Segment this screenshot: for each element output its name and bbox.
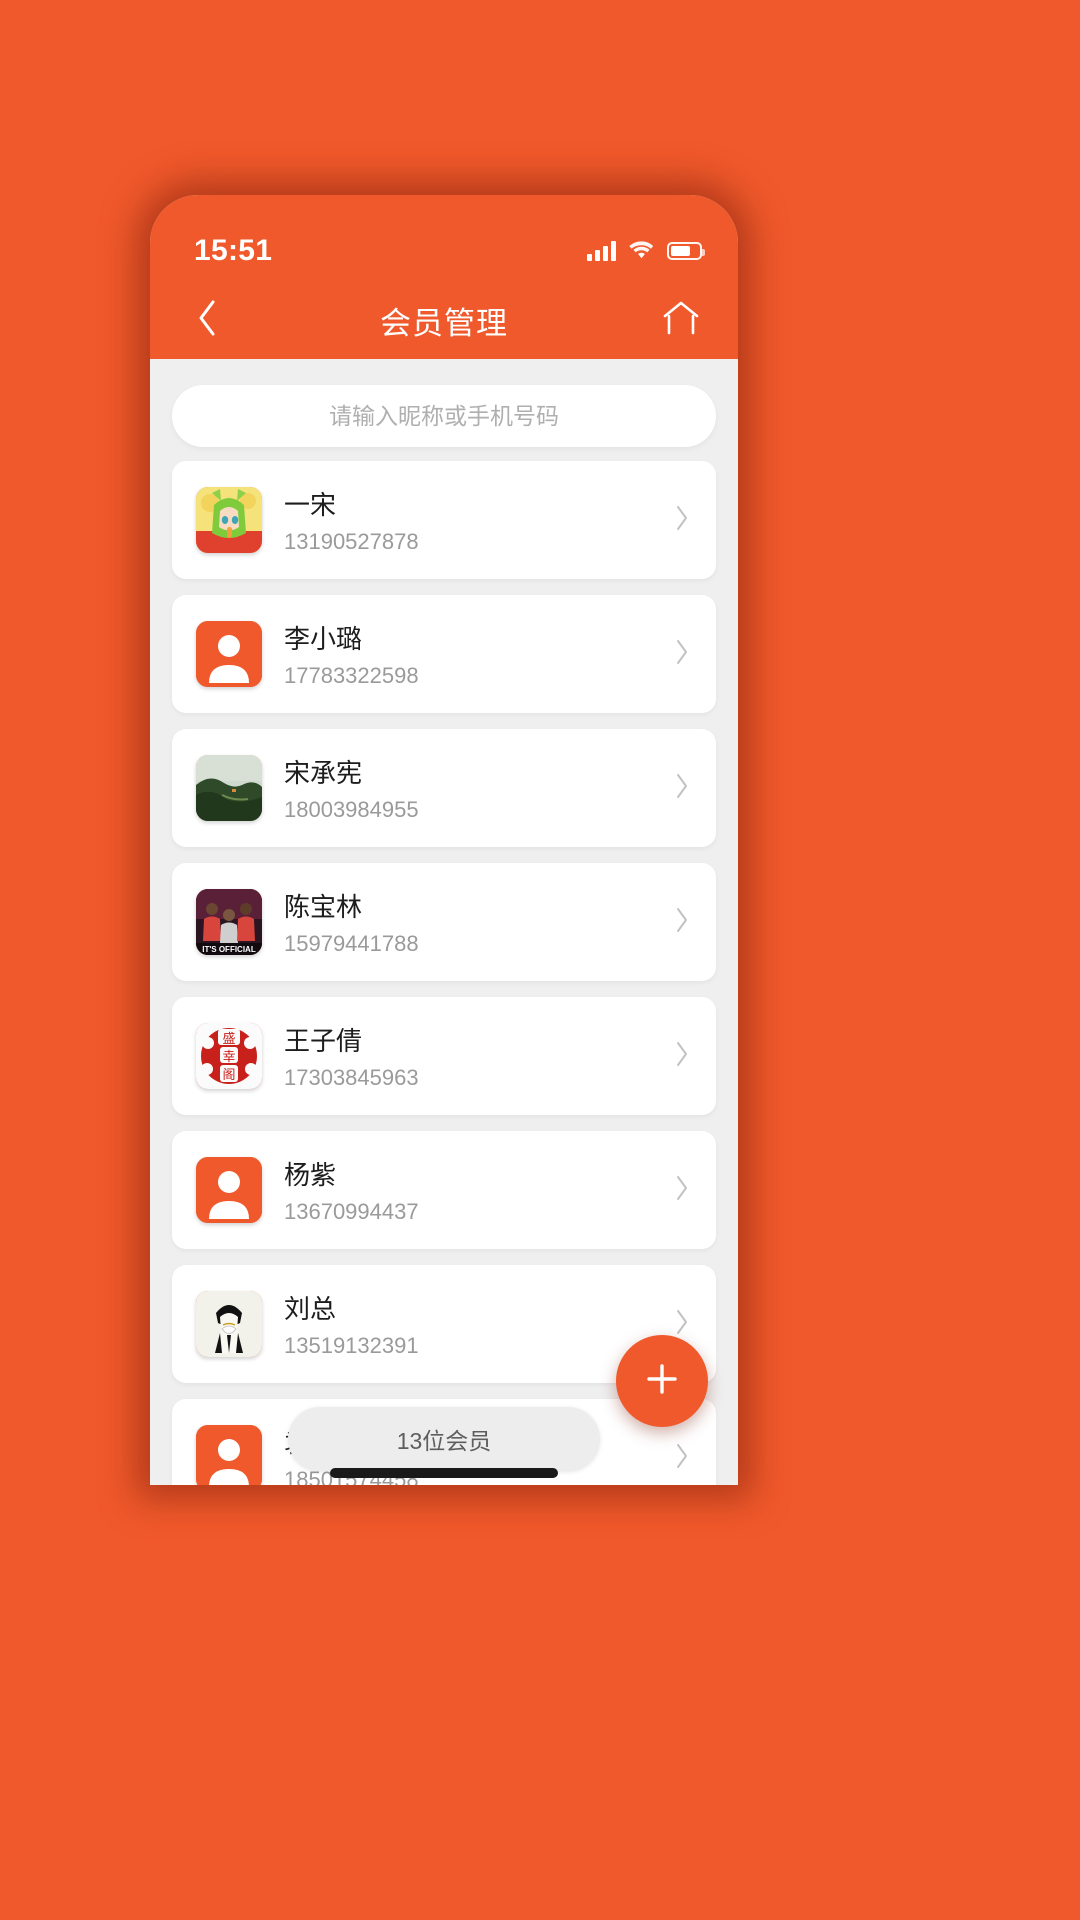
plus-icon [640, 1357, 684, 1406]
svg-text:幸: 幸 [222, 1049, 235, 1064]
svg-text:盛: 盛 [222, 1031, 235, 1046]
member-name: 李小璐 [284, 624, 363, 654]
chevron-right-icon [674, 1308, 694, 1341]
member-count-bar: 13位会员 [288, 1407, 600, 1471]
member-phone: 13670994437 [284, 1199, 419, 1224]
status-bar-time: 15:51 [194, 234, 273, 267]
default-person-avatar [196, 1425, 262, 1485]
chevron-right-icon [674, 504, 694, 537]
battery-icon [667, 242, 705, 260]
basketball-team-photo-avatar: IT'S OFFICIAL [196, 889, 262, 955]
table-row[interactable]: IT'S OFFICIAL 陈宝林 15979441788 [172, 863, 716, 981]
home-button[interactable] [658, 297, 704, 343]
default-person-avatar [196, 1157, 262, 1223]
line-art-portrait-avatar [196, 1291, 262, 1357]
member-phone: 13190527878 [284, 529, 419, 554]
member-name: 杨紫 [284, 1160, 337, 1190]
row-text: 一宋 13190527878 [284, 485, 674, 555]
home-indicator[interactable] [330, 1468, 558, 1478]
member-name: 刘总 [284, 1294, 337, 1324]
table-row[interactable]: 一宋 13190527878 [172, 461, 716, 579]
member-name: 王子倩 [284, 1026, 363, 1056]
member-phone: 13519132391 [284, 1333, 419, 1358]
navigation-bar: 会员管理 [150, 281, 738, 359]
add-member-button[interactable] [616, 1335, 708, 1427]
chevron-right-icon [674, 1040, 694, 1073]
member-phone: 17303845963 [284, 1065, 419, 1090]
row-text: 陈宝林 15979441788 [284, 887, 674, 957]
signal-bars-icon [587, 241, 616, 261]
table-row[interactable]: 宋承宪 18003984955 [172, 729, 716, 847]
svg-text:IT'S OFFICIAL: IT'S OFFICIAL [202, 945, 256, 954]
anime-girl-photo-avatar [196, 487, 262, 553]
row-text: 刘总 13519132391 [284, 1289, 674, 1359]
member-name: 一宋 [284, 490, 337, 520]
chevron-left-icon [194, 298, 220, 343]
mountain-landscape-photo-avatar [196, 755, 262, 821]
search-box[interactable] [172, 385, 716, 447]
member-phone: 17783322598 [284, 663, 419, 688]
page-title: 会员管理 [380, 305, 508, 341]
status-bar: 15:51 [150, 195, 738, 281]
svg-text:阁: 阁 [222, 1067, 235, 1082]
table-row[interactable]: 盛 幸 阁 王子倩 17303845963 [172, 997, 716, 1115]
search-section [150, 377, 738, 461]
member-phone: 15979441788 [284, 931, 419, 956]
member-name: 宋承宪 [284, 758, 363, 788]
red-seal-logo-avatar: 盛 幸 阁 [196, 1023, 262, 1089]
chevron-right-icon [674, 638, 694, 671]
row-text: 李小璐 17783322598 [284, 619, 674, 689]
table-row[interactable]: 李小璐 17783322598 [172, 595, 716, 713]
search-input[interactable] [172, 402, 716, 430]
member-list-screen: 一宋 13190527878 李小璐 177 [150, 359, 738, 1485]
wifi-icon [628, 239, 655, 264]
home-icon [661, 300, 701, 341]
phone-screen: 15:51 会员管理 请输入昵称或手机号码 一宋 13190527878 李小璐… [150, 195, 738, 1485]
back-button[interactable] [184, 297, 230, 343]
member-name: 陈宝林 [284, 892, 363, 922]
chevron-right-icon [674, 1174, 694, 1207]
table-row[interactable]: 杨紫 13670994437 [172, 1131, 716, 1249]
status-bar-icons [587, 239, 705, 264]
member-list: 一宋 13190527878 李小璐 17783322598 宋承宪 18003… [150, 461, 738, 1485]
chevron-right-icon [674, 1442, 694, 1475]
row-text: 宋承宪 18003984955 [284, 753, 674, 823]
row-text: 杨紫 13670994437 [284, 1155, 674, 1225]
default-person-avatar [196, 621, 262, 687]
row-text: 王子倩 17303845963 [284, 1021, 674, 1091]
member-count-label: 13位会员 [396, 1428, 492, 1454]
member-phone: 18003984955 [284, 797, 419, 822]
chevron-right-icon [674, 772, 694, 805]
chevron-right-icon [674, 906, 694, 939]
